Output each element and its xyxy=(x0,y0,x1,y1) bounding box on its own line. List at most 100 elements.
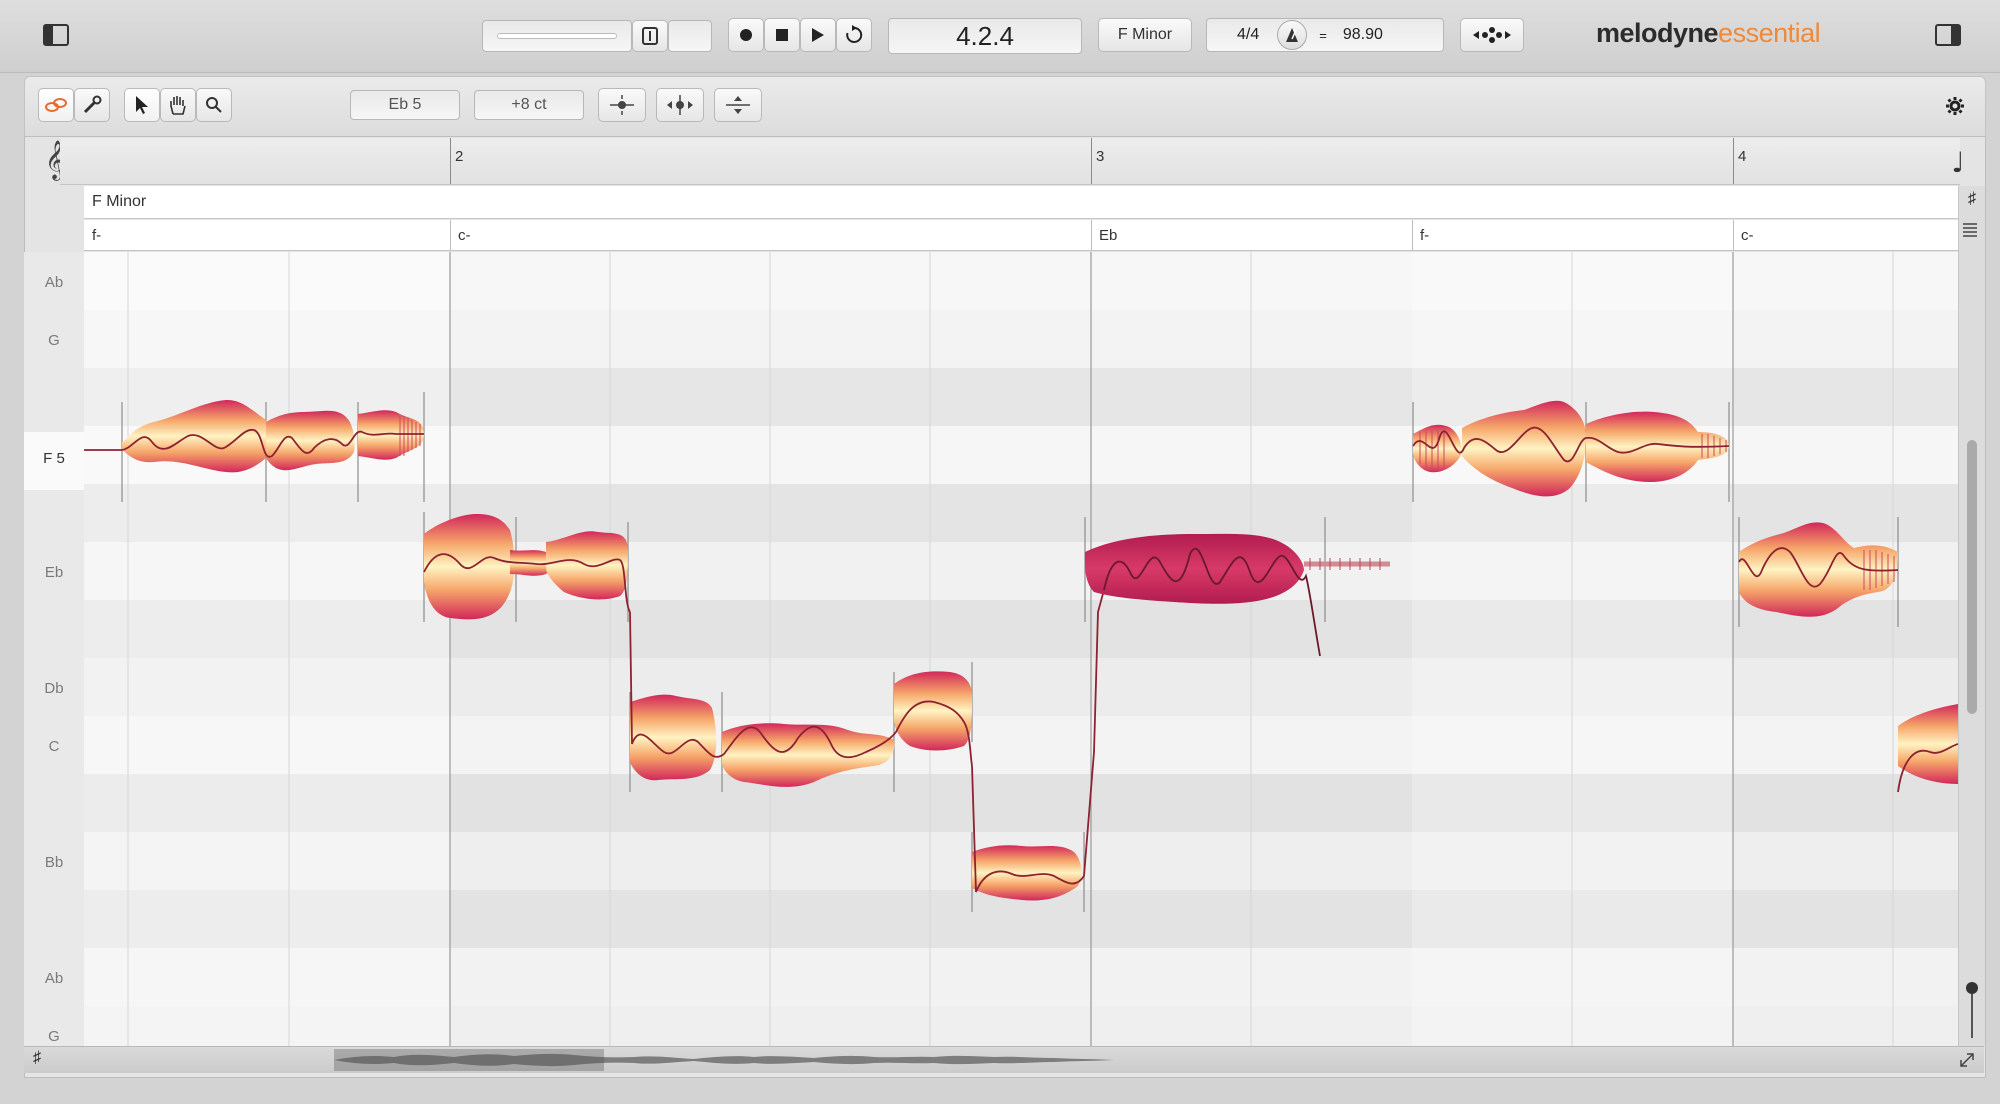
time-ruler[interactable]: 2 3 4 xyxy=(60,138,1960,185)
pitch-label: F 5 xyxy=(43,450,65,467)
pitch-label: Db xyxy=(44,680,64,697)
grid-lines-icon xyxy=(1963,223,1977,237)
quantize-pitch-button[interactable] xyxy=(598,88,646,122)
bar-marker-2 xyxy=(450,138,451,184)
key-selector[interactable]: F Minor xyxy=(1098,18,1192,52)
main-tool-button[interactable] xyxy=(38,88,74,122)
pitch-label: C xyxy=(48,738,60,755)
sidebar-toggle-right-icon xyxy=(1935,24,1961,46)
pointer-tool-button[interactable] xyxy=(124,88,160,122)
brand-name: melodyne xyxy=(1596,18,1719,48)
pitch-label: G xyxy=(48,1028,60,1045)
pitch-reference-button[interactable] xyxy=(1460,18,1524,52)
brand-logo: melodyneessential xyxy=(1596,18,1821,49)
zoom-arrows-icon xyxy=(1960,1053,1974,1067)
note-blob[interactable] xyxy=(630,694,717,781)
position-value: 4.2.4 xyxy=(956,20,1014,51)
chord-label-2: c- xyxy=(458,227,471,244)
horizontal-zoom-handle[interactable] xyxy=(1958,1051,1976,1069)
note-value-button[interactable]: ♩ xyxy=(1944,142,1972,182)
time-signature: 4/4 xyxy=(1237,26,1260,43)
volume-slider[interactable] xyxy=(482,20,632,52)
scroll-grid-button[interactable] xyxy=(1961,220,1983,242)
bar-number-4: 4 xyxy=(1738,148,1747,165)
hand-icon xyxy=(170,96,186,115)
stop-button[interactable] xyxy=(764,18,800,52)
editor-toolbar xyxy=(24,76,1986,138)
loop-icon xyxy=(846,25,863,43)
chord-track[interactable]: f- c- Eb f- c- xyxy=(84,220,1958,251)
pitch-ruler[interactable]: Ab G F 5 Eb Db C Bb Ab G xyxy=(24,252,85,1046)
tempo-value: 98.90 xyxy=(1342,26,1383,43)
quantize-time-icon xyxy=(667,95,693,115)
level-button[interactable] xyxy=(714,88,762,122)
overview-bar[interactable]: ♯ xyxy=(24,1046,1984,1073)
quantize-pitch-icon xyxy=(610,95,634,115)
mute-button[interactable] xyxy=(632,20,668,52)
chord-label-1: f- xyxy=(92,227,102,244)
vertical-scrollbar[interactable]: ♯ xyxy=(1958,186,1985,1046)
pitch-label: Bb xyxy=(44,854,64,871)
note-blob[interactable] xyxy=(266,410,355,471)
scale-snap-button[interactable]: ♯ xyxy=(26,1049,48,1071)
chord-label-4: f- xyxy=(1420,227,1430,244)
chord-label-3: Eb xyxy=(1099,227,1118,244)
record-button[interactable] xyxy=(728,18,764,52)
record-icon xyxy=(740,29,752,41)
chord-divider xyxy=(1412,220,1413,250)
wrench-icon xyxy=(83,95,102,114)
play-button[interactable] xyxy=(800,18,836,52)
play-icon xyxy=(812,28,824,42)
settings-button[interactable] xyxy=(1940,92,1970,120)
pitch-lanes xyxy=(84,252,1958,1046)
note-blob[interactable] xyxy=(424,514,515,620)
tuning-icon xyxy=(1473,27,1511,43)
scroll-snap-button[interactable]: ♯ xyxy=(1961,190,1983,212)
note-blob[interactable] xyxy=(894,671,972,751)
bar-number-3: 3 xyxy=(1096,148,1105,165)
zoom-tool-button[interactable] xyxy=(196,88,232,122)
eighth-note-icon: ♩ xyxy=(1951,145,1965,179)
stop-icon xyxy=(776,29,788,41)
sidebar-left-toggle-button[interactable] xyxy=(40,18,72,52)
scale-snap-icon: ♯ xyxy=(1968,190,1976,207)
vertical-zoom-handle[interactable] xyxy=(1966,982,1978,994)
pitch-label: Ab xyxy=(44,274,64,291)
key-track-label: F Minor xyxy=(92,193,147,210)
pitch-tool-button[interactable] xyxy=(74,88,110,122)
tempo-display[interactable]: 4/4 = 98.90 xyxy=(1206,18,1444,52)
note-blob[interactable] xyxy=(972,845,1082,901)
note-grid[interactable] xyxy=(84,252,1958,1046)
volume-readout xyxy=(668,20,712,52)
magnifier-icon xyxy=(206,97,222,113)
loop-button[interactable] xyxy=(836,18,872,52)
key-track[interactable]: F Minor xyxy=(84,186,1958,219)
sidebar-right-toggle-button[interactable] xyxy=(1932,18,1964,52)
chord-label-5: c- xyxy=(1741,227,1754,244)
quantize-time-button[interactable] xyxy=(656,88,704,122)
tempo-equals: = xyxy=(1319,27,1327,43)
bar-marker-3 xyxy=(1091,138,1092,184)
position-display[interactable]: 4.2.4 xyxy=(888,18,1082,54)
metronome-icon xyxy=(1286,28,1299,42)
cents-readout-value: +8 ct xyxy=(511,96,547,113)
volume-slider-track xyxy=(497,33,617,39)
pitch-readout-value: Eb 5 xyxy=(388,96,422,113)
waveform-overview[interactable] xyxy=(334,1049,1114,1071)
brand-edition: essential xyxy=(1718,18,1821,48)
vertical-scroll-thumb[interactable] xyxy=(1967,440,1977,714)
mute-icon xyxy=(642,27,658,45)
hand-tool-button[interactable] xyxy=(160,88,196,122)
pitch-readout: Eb 5 xyxy=(350,90,460,120)
chord-divider xyxy=(1091,220,1092,250)
metronome-button[interactable] xyxy=(1277,20,1308,50)
chord-divider xyxy=(1733,220,1734,250)
gear-icon xyxy=(1946,97,1964,115)
pitch-label: Eb xyxy=(44,564,64,581)
note-tool-icon xyxy=(45,98,67,112)
sidebar-toggle-left-icon xyxy=(43,24,69,46)
bar-marker-4 xyxy=(1733,138,1734,184)
pitch-label: Ab xyxy=(44,970,64,987)
bar-number-2: 2 xyxy=(455,148,464,165)
key-value: F Minor xyxy=(1117,26,1173,43)
